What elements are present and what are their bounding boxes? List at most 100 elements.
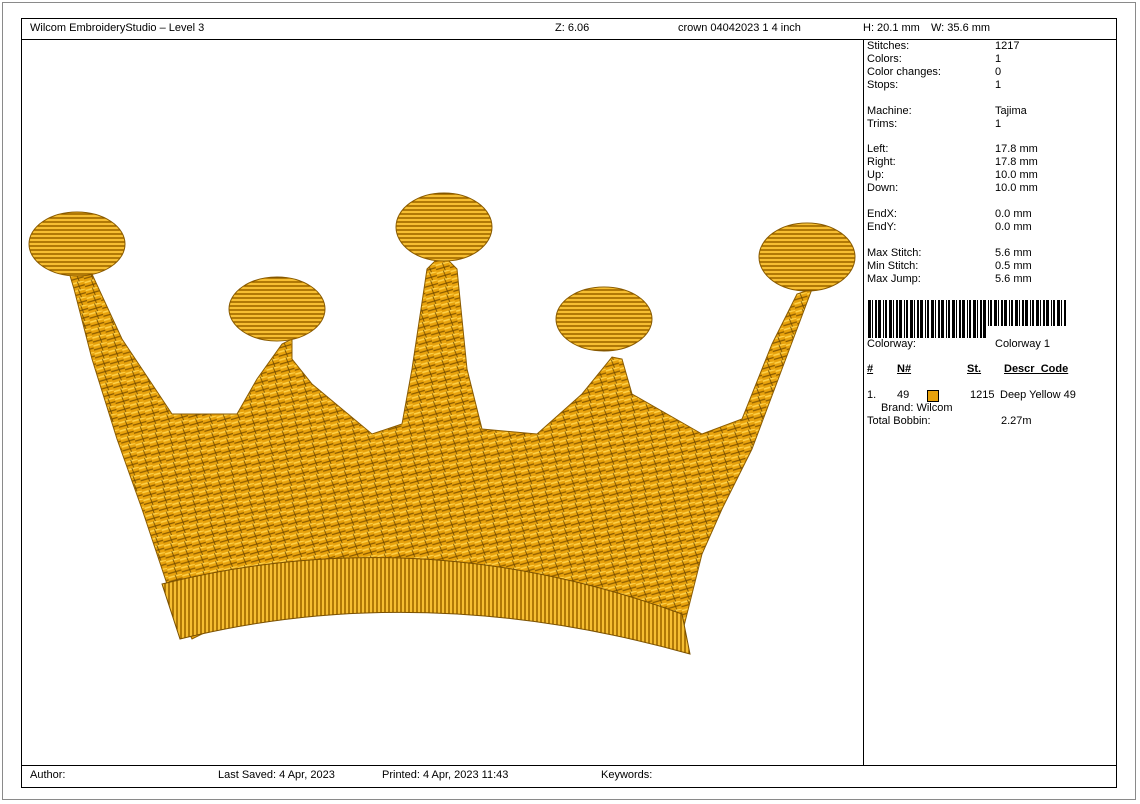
thread-index: 1.: [867, 389, 877, 401]
stops-value: 1: [995, 79, 1002, 91]
barcode-bar: [920, 300, 923, 338]
barcode: [868, 300, 1066, 338]
color-changes-label: Color changes:: [867, 66, 941, 78]
barcode-bar: [1015, 300, 1018, 326]
max-jump-label: Max Jump:: [867, 273, 921, 285]
trims-value: 1: [995, 118, 1002, 130]
thread-description: Deep Yellow 49: [1000, 389, 1076, 401]
app-title: Wilcom EmbroideryStudio – Level 3: [30, 22, 205, 34]
barcode-bar: [969, 300, 971, 338]
design-width: W: 35.6 mm: [931, 22, 991, 34]
barcode-bar: [1051, 300, 1052, 326]
barcode-bar: [1064, 300, 1066, 326]
barcode-bar: [946, 300, 947, 338]
barcode-bar: [875, 300, 877, 338]
barcode-bar: [927, 300, 929, 338]
barcode-bar: [872, 300, 873, 338]
barcode-bar: [1004, 300, 1007, 326]
barcode-bar: [977, 300, 978, 338]
barcode-bar: [914, 300, 915, 338]
barcode-bar: [906, 300, 908, 338]
barcode-bar: [994, 300, 997, 326]
up-label: Up:: [867, 169, 885, 181]
thread-number: 49: [897, 389, 910, 401]
min-stitch-value: 0.5 mm: [995, 260, 1032, 272]
barcode-bar: [956, 300, 957, 338]
barcode-bar: [1057, 300, 1060, 326]
right-label: Right:: [867, 156, 896, 168]
thread-color-swatch: [927, 390, 939, 402]
barcode-bar: [893, 300, 894, 338]
colorway-value: Colorway 1: [995, 338, 1051, 350]
up-value: 10.0 mm: [995, 169, 1038, 181]
last-saved: Last Saved: 4 Apr, 2023: [218, 769, 335, 781]
barcode-bar: [938, 300, 940, 338]
barcode-bar: [967, 300, 968, 338]
barcode-bar: [1025, 300, 1028, 326]
barcode-bar: [878, 300, 881, 338]
barcode-bar: [990, 300, 992, 326]
barcode-bar: [980, 300, 982, 338]
barcode-bar: [1030, 300, 1031, 326]
crown-ball-center: [395, 192, 493, 262]
crown-ball-inner-right: [555, 286, 653, 352]
colors-value: 1: [995, 53, 1002, 65]
barcode-bar: [1053, 300, 1055, 326]
min-stitch-label: Min Stitch:: [867, 260, 919, 272]
zoom-readout: Z: 6.06: [555, 22, 590, 34]
colorway-label: Colorway:: [867, 338, 916, 350]
stitches-value: 1217: [995, 40, 1020, 52]
stops-label: Stops:: [867, 79, 899, 91]
keywords-label: Keywords:: [601, 769, 653, 781]
col-header-num: #: [867, 363, 874, 375]
machine-value: Tajima: [995, 105, 1027, 117]
barcode-bar: [931, 300, 934, 338]
colors-label: Colors:: [867, 53, 902, 65]
barcode-bar: [962, 300, 965, 338]
design-info-frame: Wilcom EmbroideryStudio – Level 3 Z: 6.0…: [21, 18, 1117, 788]
author-label: Author:: [30, 769, 66, 781]
barcode-bar: [1019, 300, 1020, 326]
crown-ball-left: [28, 211, 126, 277]
max-jump-value: 5.6 mm: [995, 273, 1032, 285]
right-value: 17.8 mm: [995, 156, 1038, 168]
barcode-bar: [1022, 300, 1024, 326]
design-height: H: 20.1 mm: [863, 22, 920, 34]
barcode-bar: [1011, 300, 1013, 326]
left-label: Left:: [867, 143, 889, 155]
barcode-bar: [1001, 300, 1003, 326]
barcode-bar: [883, 300, 884, 338]
panel-divider: [863, 39, 864, 765]
barcode-bar: [899, 300, 902, 338]
down-label: Down:: [867, 182, 899, 194]
barcode-bar: [983, 300, 986, 338]
barcode-bar: [896, 300, 898, 338]
crown-ball-right: [758, 222, 856, 292]
col-header-n: N#: [897, 363, 912, 375]
stitches-label: Stitches:: [867, 40, 910, 52]
barcode-bar: [941, 300, 944, 338]
barcode-bar: [973, 300, 976, 338]
barcode-bar: [925, 300, 926, 338]
max-stitch-label: Max Stitch:: [867, 247, 922, 259]
barcode-bar: [868, 300, 871, 338]
footer-divider: [22, 765, 1116, 766]
trims-label: Trims:: [867, 118, 898, 130]
printed-date: Printed: 4 Apr, 2023 11:43: [382, 769, 509, 781]
barcode-bar: [889, 300, 892, 338]
max-stitch-value: 5.6 mm: [995, 247, 1032, 259]
crown-ball-inner-left: [228, 276, 326, 342]
barcode-bar: [988, 300, 989, 326]
endy-label: EndY:: [867, 221, 897, 233]
barcode-bar: [885, 300, 887, 338]
barcode-bar: [1043, 300, 1045, 326]
thread-brand: Brand: Wilcom: [881, 402, 953, 414]
barcode-bar: [935, 300, 936, 338]
crown-embroidery-design: [28, 192, 856, 655]
barcode-bar: [1032, 300, 1034, 326]
barcode-bar: [1046, 300, 1049, 326]
endx-label: EndX:: [867, 208, 897, 220]
barcode-bar: [1040, 300, 1041, 326]
thread-stitches: 1215: [970, 389, 995, 401]
barcode-bar: [904, 300, 905, 338]
